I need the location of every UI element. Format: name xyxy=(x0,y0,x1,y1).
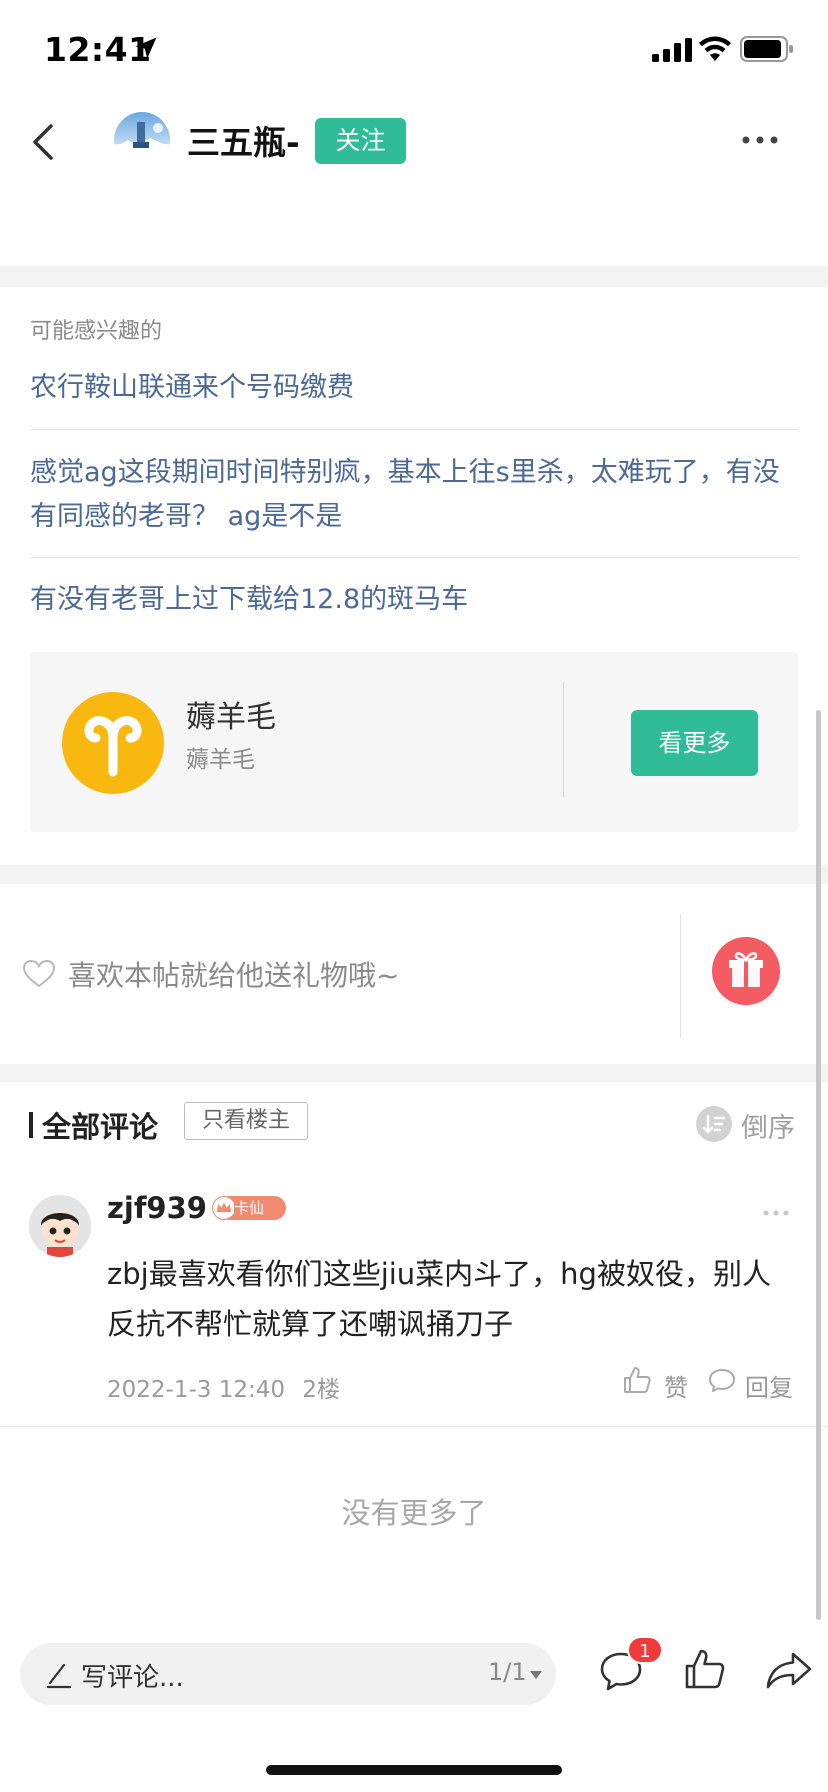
see-more-button[interactable]: 看更多 xyxy=(631,710,758,776)
wifi-icon xyxy=(699,36,731,61)
commenter-avatar[interactable] xyxy=(29,1195,91,1257)
topic-subtitle: 薅羊毛 xyxy=(186,747,255,773)
related-link[interactable]: 感觉ag这段期间时间特别疯，基本上往s里杀，太难玩了，有没有同感的老哥？ ag是… xyxy=(30,451,798,539)
comment-meta: 2022-1-3 12:40 2楼 xyxy=(107,1370,340,1404)
post-header: 三五瓶- 关注 xyxy=(0,100,828,280)
gift-icon xyxy=(729,952,763,987)
gift-button[interactable] xyxy=(712,937,780,1005)
comment-input[interactable]: 写评论... 1/1 xyxy=(20,1643,556,1705)
author-avatar[interactable] xyxy=(114,112,170,168)
aries-icon xyxy=(62,692,164,794)
speech-bubble-icon xyxy=(709,1369,735,1392)
topic-card[interactable]: 薅羊毛 薅羊毛 看更多 xyxy=(30,652,798,832)
pen-icon xyxy=(46,1663,72,1689)
comment-floor: 2楼 xyxy=(302,1377,340,1403)
badge-label: 卡仙 xyxy=(234,1199,265,1217)
like-label: 赞 xyxy=(664,1374,688,1402)
gift-section: 喜欢本帖就给他送礼物哦~ xyxy=(0,884,828,1064)
comments-header: 全部评论 只看楼主 倒序 xyxy=(0,1082,828,1160)
caret-down-icon[interactable] xyxy=(530,1671,542,1679)
divider xyxy=(30,429,798,430)
scrollbar[interactable] xyxy=(816,710,821,1620)
landscape-avatar-icon xyxy=(114,122,170,168)
related-link[interactable]: 有没有老哥上过下载给12.8的斑马车 xyxy=(30,578,798,622)
level-badge: 卡仙 xyxy=(212,1196,286,1220)
home-indicator xyxy=(266,1765,562,1775)
follow-button[interactable]: 关注 xyxy=(315,118,406,164)
section-separator xyxy=(0,1064,828,1082)
share-arrow-icon[interactable] xyxy=(765,1650,813,1690)
crown-icon xyxy=(213,1197,234,1219)
thumbs-up-icon xyxy=(624,1367,651,1393)
comment-item: zjf939 卡仙 zbj最喜欢看你们这些jiu菜内斗了，hg被奴役，别人反抗不… xyxy=(0,1175,828,1430)
more-options-icon[interactable] xyxy=(740,134,780,146)
gift-prompt: 喜欢本帖就给他送礼物哦~ xyxy=(68,959,400,992)
section-separator xyxy=(0,865,828,884)
bottom-action-bar: 写评论... 1/1 1 xyxy=(0,1630,828,1792)
comment-more-icon[interactable] xyxy=(762,1209,790,1217)
cellular-signal-icon xyxy=(652,38,692,62)
back-chevron-icon[interactable] xyxy=(24,118,64,166)
op-only-button[interactable]: 只看楼主 xyxy=(184,1102,308,1140)
author-name[interactable]: 三五瓶- xyxy=(187,116,300,164)
commenter-name[interactable]: zjf939 xyxy=(107,1191,207,1225)
topic-name: 薅羊毛 xyxy=(186,700,276,735)
divider xyxy=(563,682,564,797)
title-marker xyxy=(29,1112,33,1138)
location-arrow-icon xyxy=(135,37,157,59)
sort-label[interactable]: 倒序 xyxy=(741,1106,795,1145)
status-bar: 12:41 xyxy=(0,0,828,100)
sort-icon[interactable] xyxy=(696,1106,732,1142)
related-link[interactable]: 农行鞍山联通来个号码缴费 xyxy=(30,366,798,410)
comment-date: 2022-1-3 12:40 xyxy=(107,1377,285,1403)
comment-count-badge: 1 xyxy=(627,1636,663,1664)
divider xyxy=(680,914,681,1038)
thumbs-up-icon[interactable] xyxy=(683,1647,727,1691)
cartoon-avatar-icon xyxy=(29,1195,91,1257)
section-separator xyxy=(0,266,828,287)
comments-title: 全部评论 xyxy=(42,1110,159,1144)
related-title: 可能感兴趣的 xyxy=(30,319,163,344)
page-indicator[interactable]: 1/1 xyxy=(488,1658,527,1686)
heart-icon[interactable] xyxy=(22,959,56,989)
comment-input-placeholder: 写评论... xyxy=(81,1663,184,1693)
battery-icon xyxy=(740,36,793,62)
end-of-list-text: 没有更多了 xyxy=(341,1496,487,1530)
divider xyxy=(0,1426,828,1427)
related-section: 可能感兴趣的 农行鞍山联通来个号码缴费 感觉ag这段期间时间特别疯，基本上往s里… xyxy=(0,287,828,865)
comment-text: zbj最喜欢看你们这些jiu菜内斗了，hg被奴役，别人反抗不帮忙就算了还嘲讽捅刀… xyxy=(107,1257,771,1341)
divider xyxy=(30,557,798,558)
reply-label: 回复 xyxy=(745,1374,793,1402)
